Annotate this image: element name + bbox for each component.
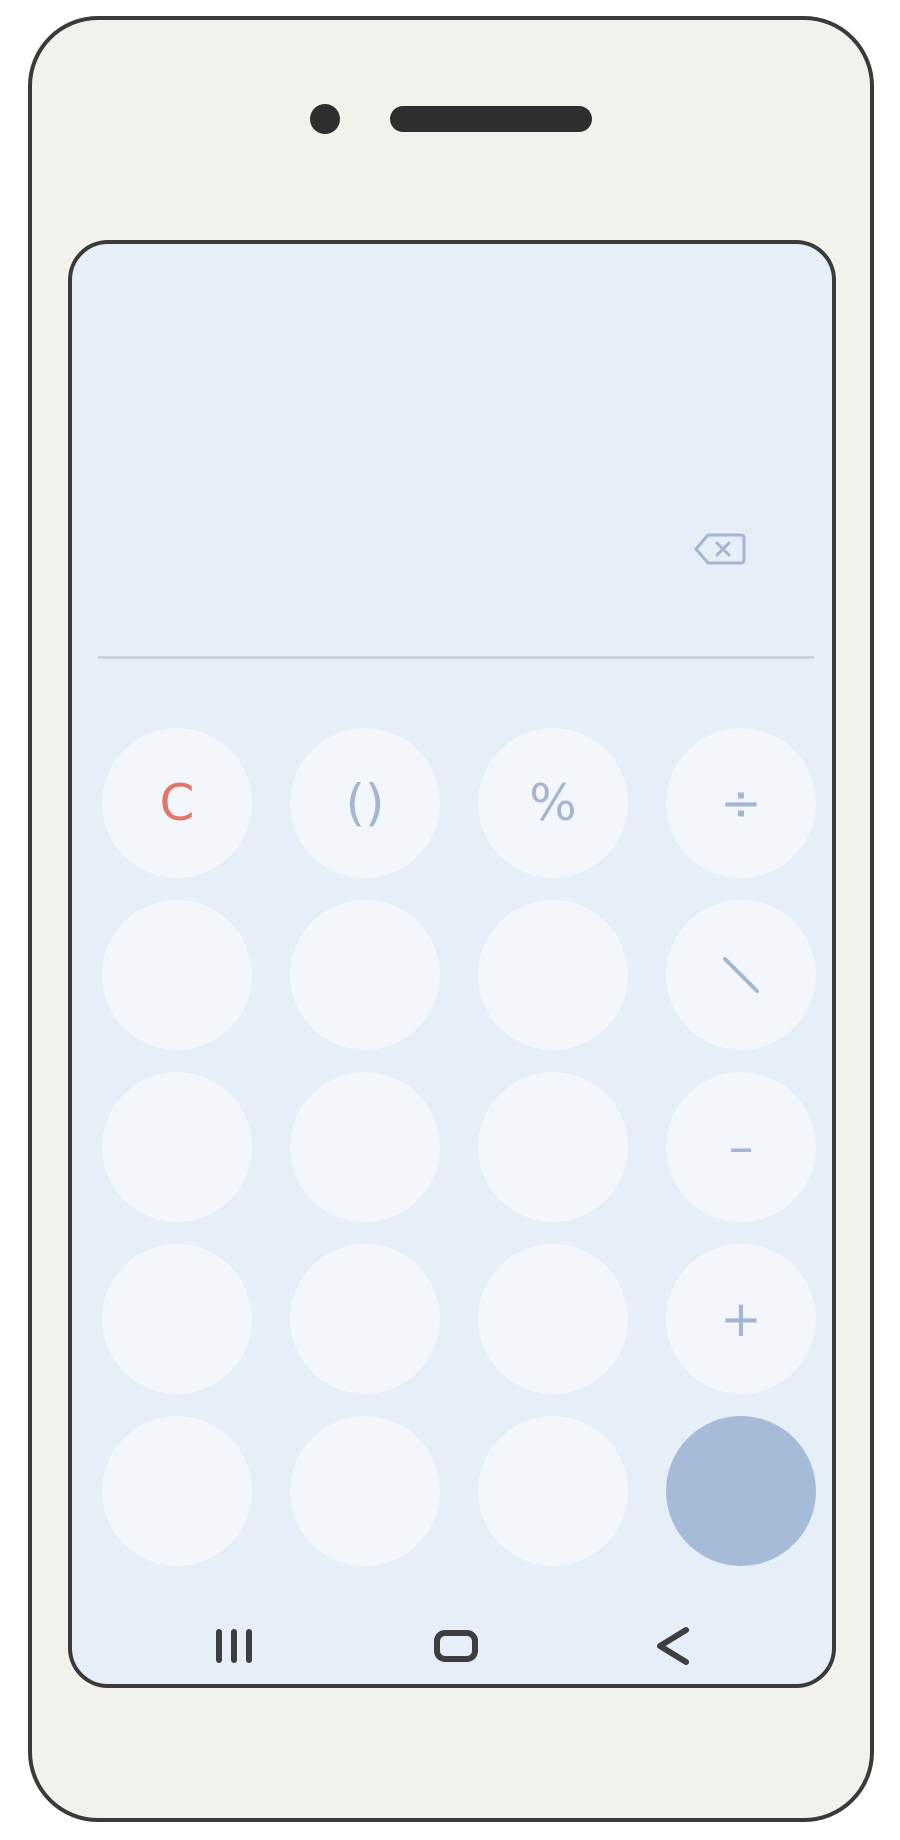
keypad-button-r3c2[interactable]: [290, 1072, 440, 1222]
back-button[interactable]: [642, 1616, 702, 1676]
backspace-icon: [694, 533, 746, 565]
calculator-screen: C () % ÷ – +: [68, 240, 836, 1688]
recents-button[interactable]: [204, 1616, 264, 1676]
home-icon: [434, 1630, 478, 1662]
system-navigation-bar: [72, 1612, 832, 1684]
home-button[interactable]: [426, 1616, 486, 1676]
clear-label: C: [159, 774, 195, 832]
clear-button[interactable]: C: [102, 728, 252, 878]
keypad-button-r5c2[interactable]: [290, 1416, 440, 1566]
keypad-button-r2c2[interactable]: [290, 900, 440, 1050]
display-divider: [98, 656, 814, 659]
back-icon: [657, 1627, 689, 1665]
parentheses-button[interactable]: (): [290, 728, 440, 878]
multiply-button[interactable]: [666, 900, 816, 1050]
keypad-button-r2c1[interactable]: [102, 900, 252, 1050]
keypad-button-r3c3[interactable]: [478, 1072, 628, 1222]
keypad-button-r5c1[interactable]: [102, 1416, 252, 1566]
backspace-button[interactable]: [694, 532, 746, 566]
divide-button[interactable]: ÷: [666, 728, 816, 878]
keypad-button-r5c3[interactable]: [478, 1416, 628, 1566]
equals-button[interactable]: [666, 1416, 816, 1566]
percent-button[interactable]: %: [478, 728, 628, 878]
multiply-slash-icon: [723, 957, 759, 993]
recents-icon: [216, 1629, 252, 1663]
keypad-button-r3c1[interactable]: [102, 1072, 252, 1222]
keypad-button-r4c3[interactable]: [478, 1244, 628, 1394]
plus-label: +: [720, 1290, 762, 1348]
keypad-button-r2c3[interactable]: [478, 900, 628, 1050]
minus-label: –: [728, 1118, 754, 1176]
phone-frame: C () % ÷ – +: [28, 16, 874, 1822]
keypad-button-r4c2[interactable]: [290, 1244, 440, 1394]
keypad-button-r4c1[interactable]: [102, 1244, 252, 1394]
divide-label: ÷: [720, 774, 762, 832]
earpiece-speaker: [390, 106, 592, 132]
parentheses-label: (): [345, 774, 385, 832]
plus-button[interactable]: +: [666, 1244, 816, 1394]
minus-button[interactable]: –: [666, 1072, 816, 1222]
percent-label: %: [529, 774, 577, 832]
calculator-display: [72, 244, 832, 664]
front-camera: [310, 104, 340, 134]
